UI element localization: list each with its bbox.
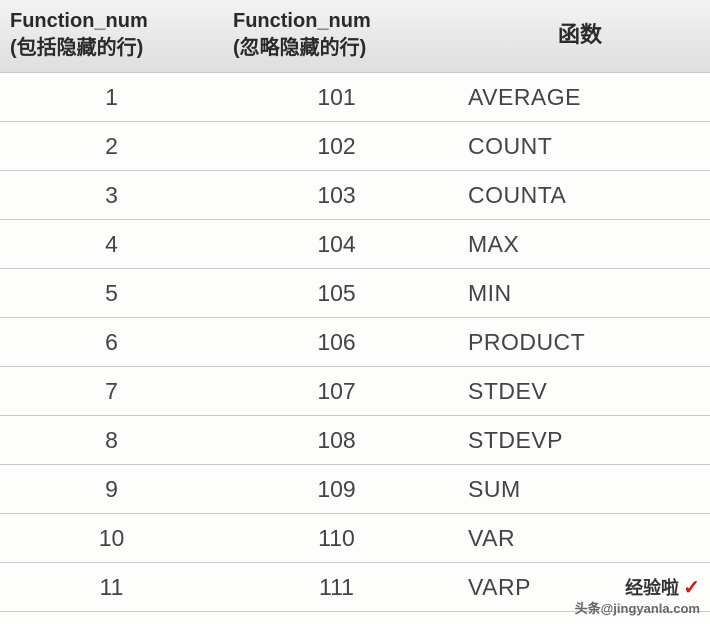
cell-num-ignore: 109 xyxy=(223,465,450,514)
cell-num-ignore: 107 xyxy=(223,367,450,416)
cell-num-ignore: 102 xyxy=(223,122,450,171)
cell-function: PRODUCT xyxy=(450,318,710,367)
cell-num-include: 7 xyxy=(0,367,223,416)
table-header: Function_num (包括隐藏的行) Function_num (忽略隐藏… xyxy=(0,0,710,73)
header-col1-line1: Function_num xyxy=(10,10,148,32)
cell-num-ignore: 101 xyxy=(223,73,450,122)
function-table: Function_num (包括隐藏的行) Function_num (忽略隐藏… xyxy=(0,0,710,612)
cell-function: STDEV xyxy=(450,367,710,416)
cell-num-include: 6 xyxy=(0,318,223,367)
cell-num-include: 3 xyxy=(0,171,223,220)
table-row: 1 101 AVERAGE xyxy=(0,73,710,122)
cell-function: COUNT xyxy=(450,122,710,171)
table-row: 6 106 PRODUCT xyxy=(0,318,710,367)
table-row: 10 110 VAR xyxy=(0,514,710,563)
cell-num-ignore: 108 xyxy=(223,416,450,465)
table-row: 4 104 MAX xyxy=(0,220,710,269)
cell-num-include: 11 xyxy=(0,563,223,612)
cell-num-include: 8 xyxy=(0,416,223,465)
header-col2-line2: (忽略隐藏的行) xyxy=(233,37,366,59)
cell-num-ignore: 105 xyxy=(223,269,450,318)
table-row: 8 108 STDEVP xyxy=(0,416,710,465)
header-col2-line1: Function_num xyxy=(233,10,371,32)
watermark-url: 头条@jingyanla.com xyxy=(575,601,700,616)
table-row: 3 103 COUNTA xyxy=(0,171,710,220)
cell-function: MAX xyxy=(450,220,710,269)
cell-num-include: 10 xyxy=(0,514,223,563)
watermark: 经验啦 ✓ 头条@jingyanla.com xyxy=(575,576,700,618)
cell-function: SUM xyxy=(450,465,710,514)
table-row: 7 107 STDEV xyxy=(0,367,710,416)
cell-num-include: 9 xyxy=(0,465,223,514)
header-col1-line2: (包括隐藏的行) xyxy=(10,37,143,59)
cell-num-ignore: 104 xyxy=(223,220,450,269)
check-icon: ✓ xyxy=(683,577,700,599)
header-include-hidden: Function_num (包括隐藏的行) xyxy=(0,0,223,73)
table-row: 2 102 COUNT xyxy=(0,122,710,171)
cell-num-include: 5 xyxy=(0,269,223,318)
watermark-title: 经验啦 xyxy=(625,578,679,598)
cell-function: COUNTA xyxy=(450,171,710,220)
header-ignore-hidden: Function_num (忽略隐藏的行) xyxy=(223,0,450,73)
cell-num-include: 1 xyxy=(0,73,223,122)
cell-num-ignore: 110 xyxy=(223,514,450,563)
cell-function: STDEVP xyxy=(450,416,710,465)
cell-function: AVERAGE xyxy=(450,73,710,122)
cell-num-include: 4 xyxy=(0,220,223,269)
cell-num-ignore: 103 xyxy=(223,171,450,220)
header-function: 函数 xyxy=(450,0,710,73)
header-col3: 函数 xyxy=(558,22,602,47)
cell-function: VAR xyxy=(450,514,710,563)
cell-function: MIN xyxy=(450,269,710,318)
cell-num-ignore: 106 xyxy=(223,318,450,367)
table-body: 1 101 AVERAGE 2 102 COUNT 3 103 COUNTA 4… xyxy=(0,73,710,612)
table-row: 9 109 SUM xyxy=(0,465,710,514)
cell-num-ignore: 111 xyxy=(223,563,450,612)
cell-num-include: 2 xyxy=(0,122,223,171)
table-row: 5 105 MIN xyxy=(0,269,710,318)
